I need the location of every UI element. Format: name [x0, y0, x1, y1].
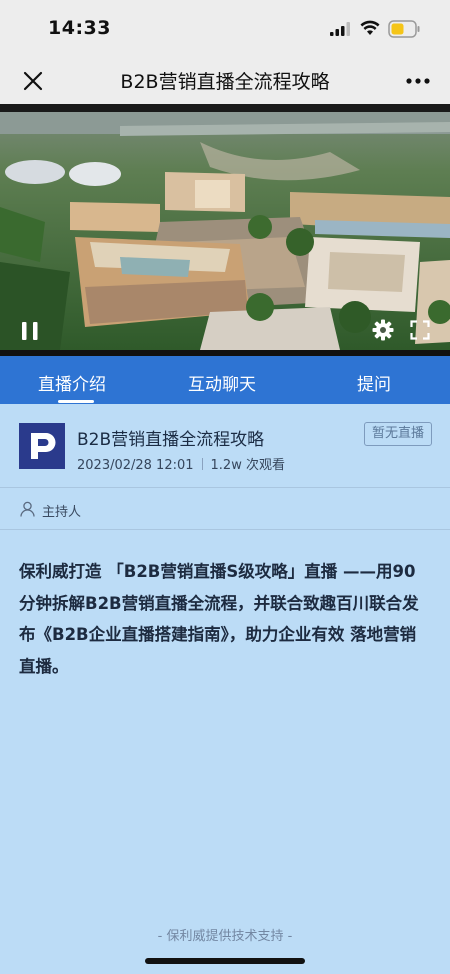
fullscreen-icon[interactable]	[410, 320, 430, 340]
tab-interactive-chat[interactable]: 互动聊天	[188, 370, 256, 395]
active-tab-indicator	[58, 400, 94, 403]
host-row: 主持人	[0, 488, 450, 530]
view-count: 1.2w 次观看	[210, 458, 285, 473]
wifi-icon	[360, 20, 380, 35]
tab-questions[interactable]: 提问	[357, 370, 391, 395]
live-datetime: 2023/02/28 12:01	[77, 458, 194, 473]
status-time: 14:33	[48, 17, 111, 39]
campus-aerial-image	[0, 112, 450, 350]
video-top-strip	[0, 104, 450, 112]
user-icon	[20, 501, 35, 517]
page-title: B2B营销直播全流程攻略	[120, 71, 330, 93]
status-bar: 14:33	[0, 0, 450, 58]
status-badge: 暂无直播	[364, 422, 432, 446]
home-indicator	[145, 958, 305, 964]
video-player[interactable]	[0, 104, 450, 356]
close-icon[interactable]	[20, 68, 46, 94]
signal-icon	[330, 22, 350, 36]
more-icon[interactable]	[404, 70, 432, 92]
live-info: B2B营销直播全流程攻略 2023/02/28 12:01 1.2w 次观看 暂无…	[0, 404, 450, 488]
meta-divider	[201, 458, 203, 470]
tab-live-intro[interactable]: 直播介绍	[38, 370, 106, 395]
nav-bar: B2B营销直播全流程攻略	[0, 58, 450, 104]
live-title: B2B营销直播全流程攻略	[77, 430, 265, 450]
pause-icon[interactable]	[20, 320, 40, 342]
battery-icon	[388, 20, 420, 38]
live-description: 保利威打造 「B2B营销直播S级攻略」直播 ——用90分钟拆解B2B营销直播全流…	[19, 562, 419, 676]
live-meta: 2023/02/28 12:01 1.2w 次观看	[77, 454, 285, 473]
host-label: 主持人	[42, 505, 82, 520]
tech-support-footer: - 保利威提供技术支持 -	[157, 929, 293, 944]
tab-bar: 直播介绍 互动聊天 提问	[0, 356, 450, 404]
gear-icon[interactable]	[372, 319, 394, 341]
channel-logo-icon	[19, 423, 65, 469]
